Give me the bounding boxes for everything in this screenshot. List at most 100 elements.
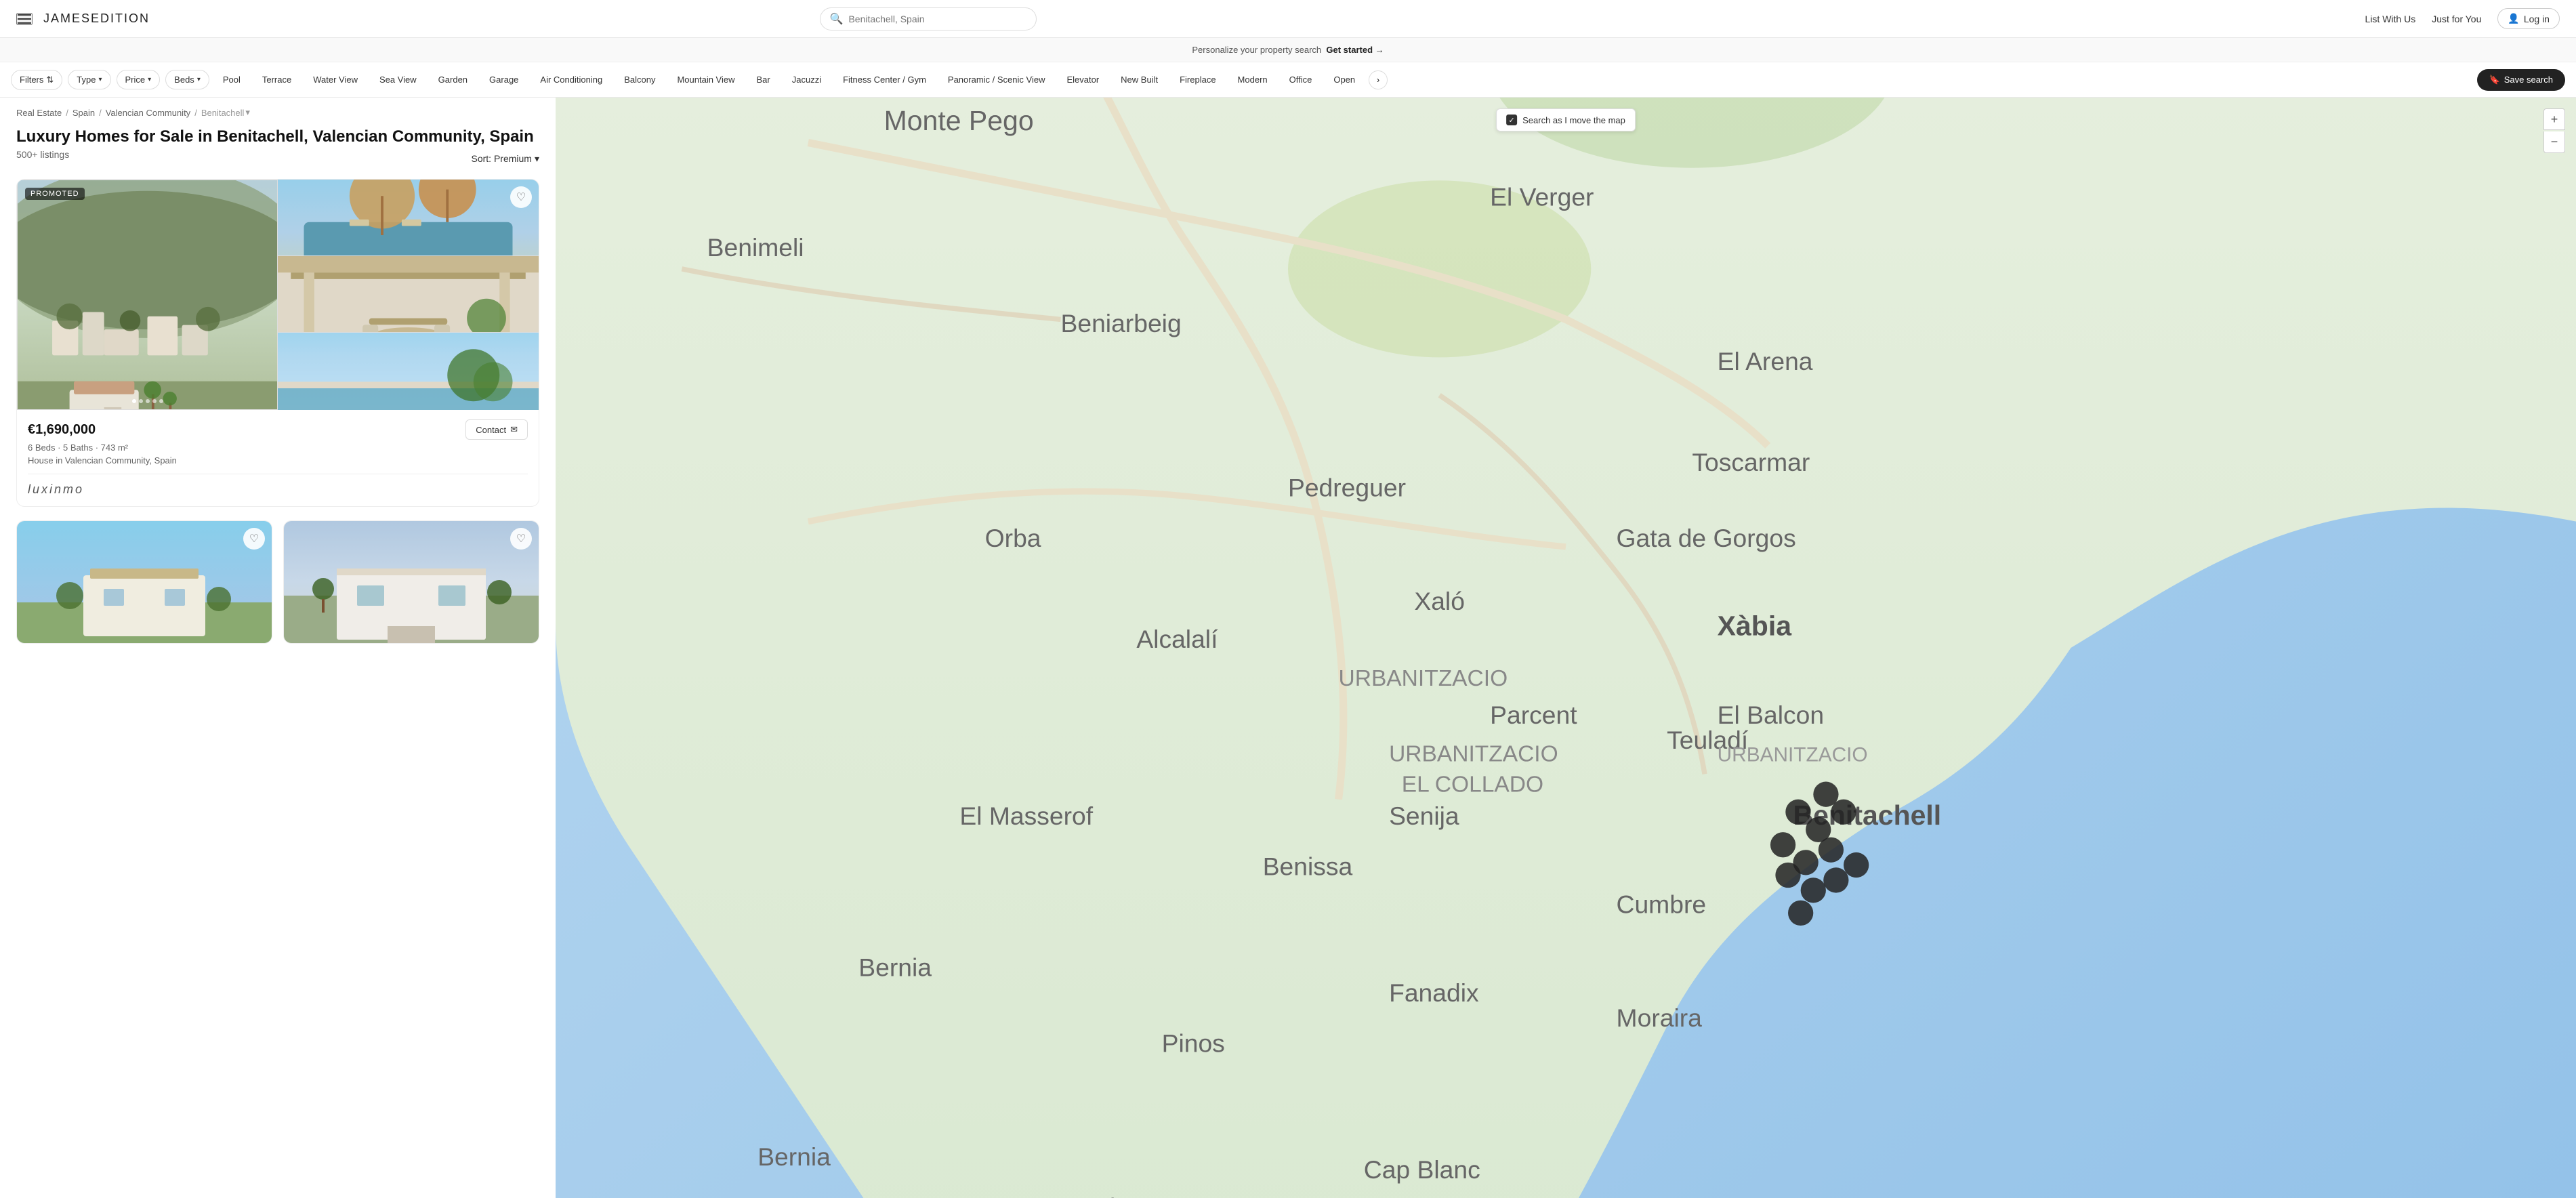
filter-tag-water-view[interactable]: Water View <box>305 70 366 89</box>
zoom-out-button[interactable]: − <box>2543 131 2565 153</box>
favorite-button-1[interactable]: ♡ <box>510 186 532 208</box>
filter-tag-garage[interactable]: Garage <box>481 70 526 89</box>
list-with-us-link[interactable]: List With Us <box>2365 14 2416 24</box>
beds-chevron-icon: ▾ <box>197 76 201 83</box>
envelope-icon: ✉ <box>510 424 518 435</box>
search-icon: 🔍 <box>830 12 844 26</box>
filter-adjust-icon: ⇅ <box>46 75 54 85</box>
bookmark-icon: 🔖 <box>2489 75 2500 85</box>
filter-tag-open[interactable]: Open <box>1325 70 1363 89</box>
filter-tag-fitness[interactable]: Fitness Center / Gym <box>835 70 934 89</box>
page-title: Luxury Homes for Sale in Benitachell, Va… <box>16 127 539 146</box>
svg-text:Benimeli: Benimeli <box>707 233 804 262</box>
listing-side-img-1[interactable]: ♡ <box>278 180 539 256</box>
filter-tag-mountain-view[interactable]: Mountain View <box>669 70 743 89</box>
filter-tag-bar[interactable]: Bar <box>749 70 778 89</box>
user-icon: 👤 <box>2508 13 2519 24</box>
dot-1 <box>132 399 136 403</box>
map-controls: + − <box>2543 108 2565 153</box>
svg-text:Xàbia: Xàbia <box>1718 610 1793 641</box>
filter-tag-modern[interactable]: Modern <box>1230 70 1276 89</box>
svg-text:El Balcon: El Balcon <box>1718 701 1824 729</box>
breadcrumb-dropdown-icon: ▾ <box>245 107 250 118</box>
listing-price: €1,690,000 <box>28 422 96 438</box>
just-for-you-link[interactable]: Just for You <box>2432 14 2481 24</box>
svg-text:Senija: Senija <box>1389 802 1459 830</box>
search-as-move-checkbox[interactable] <box>1506 115 1517 125</box>
main-layout: Real Estate / Spain / Valencian Communit… <box>0 98 2576 1198</box>
listing-card-small-1: ♡ <box>16 520 272 644</box>
type-filter-button[interactable]: Type ▾ <box>68 70 110 89</box>
svg-text:Carrio: Carrio <box>1061 1193 1129 1198</box>
filter-tag-elevator[interactable]: Elevator <box>1058 70 1107 89</box>
svg-text:Pedreguer: Pedreguer <box>1288 473 1406 501</box>
get-started-link[interactable]: Get started → <box>1326 45 1384 55</box>
save-search-button[interactable]: 🔖 Save search <box>2477 69 2565 91</box>
login-button[interactable]: 👤 Log in <box>2497 8 2560 29</box>
filter-tag-balcony[interactable]: Balcony <box>616 70 663 89</box>
filter-tag-sea-view[interactable]: Sea View <box>371 70 425 89</box>
filters-button[interactable]: Filters ⇅ <box>11 70 62 90</box>
listing-small-image-1[interactable]: ♡ <box>17 521 272 643</box>
listing-small-image-2[interactable]: ♡ <box>284 521 539 643</box>
listing-side-images: ♡ <box>278 180 539 410</box>
contact-button[interactable]: Contact ✉ <box>465 419 528 440</box>
sort-label: Sort: Premium <box>472 153 532 164</box>
svg-text:URBANITZACIO: URBANITZACIO <box>1339 666 1508 691</box>
filter-tag-fireplace[interactable]: Fireplace <box>1171 70 1224 89</box>
beds-filter-button[interactable]: Beds ▾ <box>165 70 209 89</box>
search-as-move-control[interactable]: Search as I move the map <box>1496 108 1636 131</box>
svg-text:Bernia: Bernia <box>858 953 932 982</box>
listing-side-img-3[interactable] <box>278 333 539 410</box>
listing-images-featured: PROMOTED <box>17 180 539 410</box>
svg-text:Toscarmar: Toscarmar <box>1692 448 1810 476</box>
search-input[interactable] <box>848 14 1026 24</box>
filter-tag-office[interactable]: Office <box>1281 70 1321 89</box>
filter-bar: Filters ⇅ Type ▾ Price ▾ Beds ▾ Pool Ter… <box>0 62 2576 98</box>
listing-info-featured: €1,690,000 Contact ✉ 6 Beds · 5 Baths · … <box>17 410 539 506</box>
svg-text:Beniarbeig: Beniarbeig <box>1061 309 1182 337</box>
breadcrumb-valencian[interactable]: Valencian Community <box>106 108 190 118</box>
listing-location: House in Valencian Community, Spain <box>28 455 528 466</box>
svg-text:Moraira: Moraira <box>1617 1004 1703 1032</box>
svg-text:Pinos: Pinos <box>1162 1029 1225 1057</box>
favorite-button-small-1[interactable]: ♡ <box>243 528 265 550</box>
map-svg: Monte Pego Dénia Benimeli Beniarbeig El … <box>556 98 2576 1198</box>
filter-tag-panoramic[interactable]: Panoramic / Scenic View <box>940 70 1054 89</box>
filter-tag-new-built[interactable]: New Built <box>1113 70 1166 89</box>
dot-3 <box>146 399 150 403</box>
dot-5 <box>159 399 163 403</box>
sort-button[interactable]: Sort: Premium ▾ <box>472 153 540 165</box>
breadcrumb-current[interactable]: Benitachell ▾ <box>201 107 250 118</box>
breadcrumb-spain[interactable]: Spain <box>72 108 95 118</box>
menu-button[interactable] <box>16 13 33 25</box>
listing-card-featured: PROMOTED <box>16 179 539 507</box>
beds-label: Beds <box>174 75 194 85</box>
logo-james: JAMES <box>43 12 91 25</box>
filter-tag-garden[interactable]: Garden <box>430 70 476 89</box>
personalize-bar: Personalize your property search Get sta… <box>0 38 2576 62</box>
type-label: Type <box>77 75 96 85</box>
listing-side-img-2[interactable] <box>278 256 539 333</box>
header-right: List With Us Just for You 👤 Log in <box>2365 8 2560 29</box>
filter-tag-terrace[interactable]: Terrace <box>254 70 299 89</box>
sort-row: 500+ listings Sort: Premium ▾ <box>16 149 539 168</box>
zoom-in-button[interactable]: + <box>2543 108 2565 130</box>
svg-text:Gata de Gorgos: Gata de Gorgos <box>1617 524 1796 552</box>
listing-main-image[interactable]: PROMOTED <box>17 180 278 410</box>
price-filter-button[interactable]: Price ▾ <box>117 70 161 89</box>
search-bar[interactable]: 🔍 <box>820 7 1037 30</box>
svg-text:El Verger: El Verger <box>1490 183 1594 211</box>
filter-tag-air-conditioning[interactable]: Air Conditioning <box>532 70 610 89</box>
svg-text:URBANITZACIO: URBANITZACIO <box>1389 742 1558 767</box>
filter-scroll-right-button[interactable]: › <box>1369 70 1388 89</box>
svg-text:El Arena: El Arena <box>1718 347 1813 375</box>
favorite-button-small-2[interactable]: ♡ <box>510 528 532 550</box>
breadcrumb-real-estate[interactable]: Real Estate <box>16 108 62 118</box>
filter-tag-pool[interactable]: Pool <box>215 70 249 89</box>
logo: JAMESEDITION <box>43 12 150 26</box>
listing-card-small-2: ♡ <box>283 520 539 644</box>
filter-tag-jacuzzi[interactable]: Jacuzzi <box>784 70 829 89</box>
dot-4 <box>152 399 157 403</box>
promoted-badge: PROMOTED <box>25 188 85 200</box>
